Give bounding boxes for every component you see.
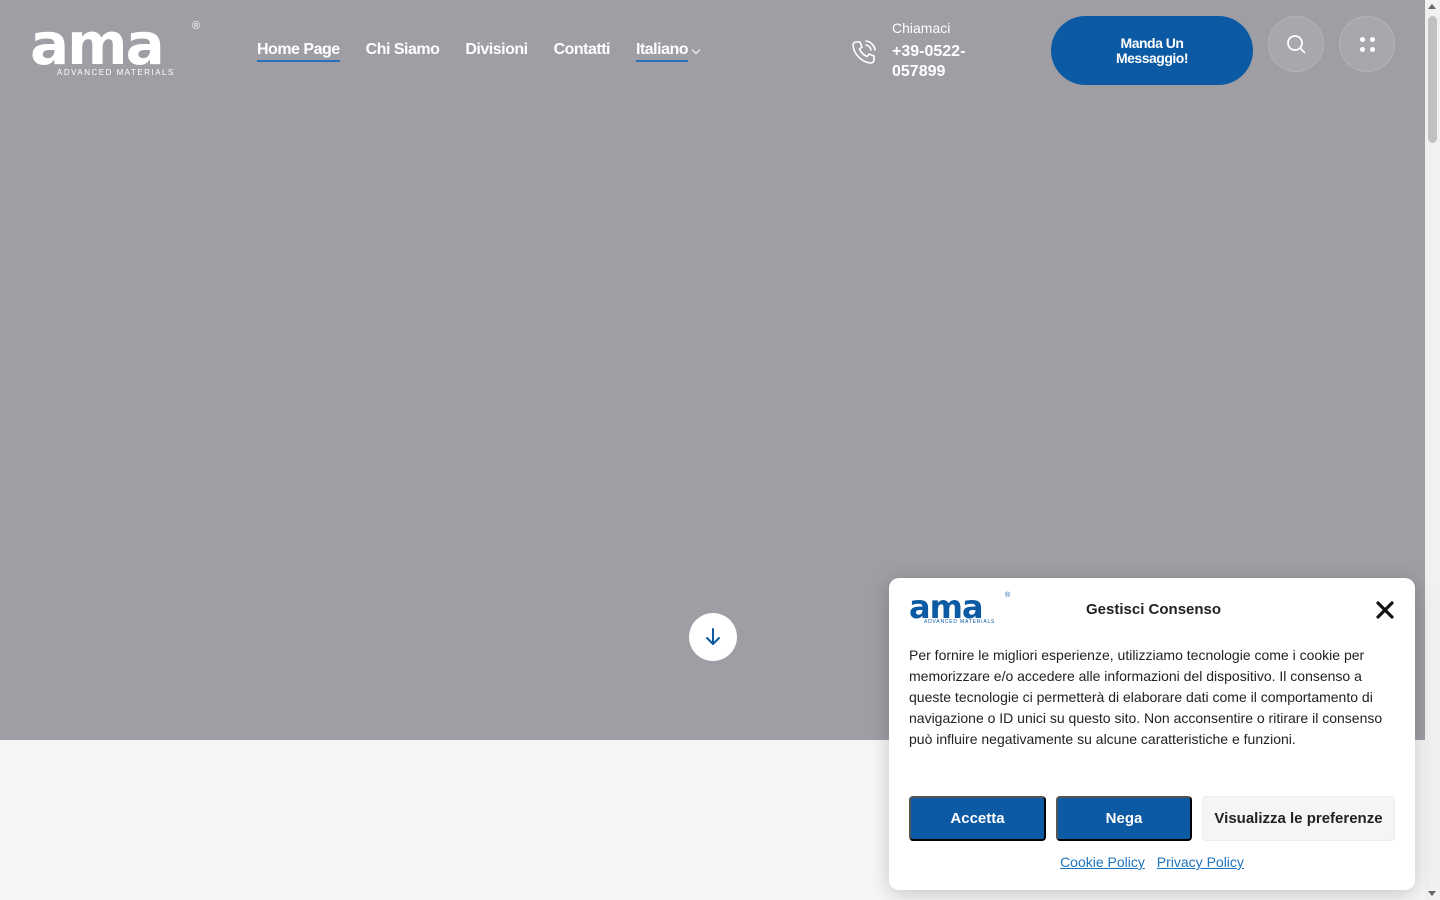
menu-dots-icon (1359, 36, 1375, 52)
arrow-down-icon (706, 628, 720, 645)
deny-button[interactable]: Nega (1056, 796, 1192, 841)
nav-item-contatti[interactable]: Contatti (554, 40, 611, 62)
language-selector[interactable]: Italiano (636, 40, 701, 62)
view-preferences-button[interactable]: Visualizza le preferenze (1202, 796, 1395, 841)
scrollbar-thumb[interactable] (1428, 16, 1437, 143)
phone-icon (852, 40, 876, 64)
close-icon[interactable] (1373, 598, 1397, 622)
site-logo[interactable]: ama ® ADVANCED MATERIALS (30, 10, 210, 82)
consent-logo-wordmark: ama (909, 588, 984, 626)
scrollbar[interactable] (1425, 0, 1440, 900)
chevron-down-icon (691, 45, 701, 54)
privacy-policy-link[interactable]: Privacy Policy (1157, 854, 1244, 870)
consent-logo-subtitle: ADVANCED MATERIALS (924, 619, 996, 625)
nav-item-italiano[interactable]: Italiano (636, 40, 689, 62)
scroll-up-arrow[interactable] (1428, 4, 1436, 9)
cookie-policy-link[interactable]: Cookie Policy (1060, 854, 1145, 870)
search-button[interactable] (1268, 16, 1324, 72)
logo-registered-mark: ® (192, 20, 201, 32)
nav-item-chi-siamo[interactable]: Chi Siamo (366, 40, 440, 62)
policy-links: Cookie Policy Privacy Policy (889, 854, 1415, 870)
accept-button[interactable]: Accetta (909, 796, 1046, 841)
logo-wordmark: ama (30, 10, 165, 78)
phone-number[interactable]: +39-0522-057899 (892, 42, 1002, 82)
consent-title: Gestisci Consenso (1086, 601, 1222, 618)
main-nav: Home Page Chi Siamo Divisioni Contatti I… (257, 40, 701, 62)
scroll-down-arrow[interactable] (1428, 891, 1436, 896)
search-icon (1287, 35, 1306, 54)
cookie-consent-dialog: ama ® ADVANCED MATERIALS Gestisci Consen… (889, 578, 1415, 890)
nav-item-divisioni[interactable]: Divisioni (465, 40, 528, 62)
consent-logo: ama ® ADVANCED MATERIALS (909, 588, 1019, 628)
phone-label: Chiamaci (892, 20, 951, 36)
scroll-down-button[interactable] (689, 613, 737, 661)
consent-logo-registered-mark: ® (1005, 592, 1011, 599)
nav-item-home[interactable]: Home Page (257, 40, 340, 62)
send-message-button[interactable]: Manda Un Messaggio! (1051, 16, 1253, 85)
logo-subtitle: ADVANCED MATERIALS (57, 68, 175, 77)
phone-contact[interactable]: Chiamaci +39-0522-057899 (850, 20, 1002, 82)
consent-body: Per fornire le migliori esperienze, util… (909, 647, 1383, 747)
menu-button[interactable] (1339, 16, 1395, 72)
